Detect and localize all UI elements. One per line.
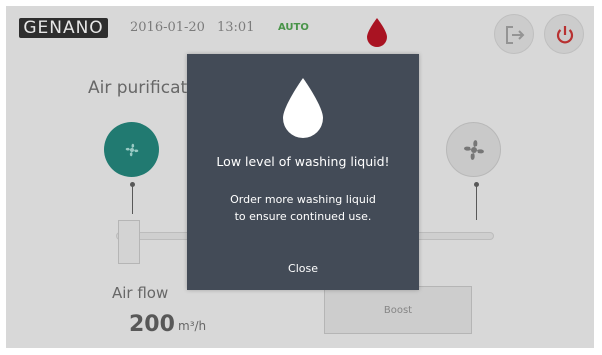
droplet-icon bbox=[283, 78, 323, 138]
dialog-message-line2: to ensure continued use. bbox=[234, 210, 372, 223]
dialog-title: Low level of washing liquid! bbox=[216, 154, 390, 169]
close-button[interactable]: Close bbox=[273, 260, 333, 278]
alert-dialog: Low level of washing liquid! Order more … bbox=[187, 54, 419, 290]
dialog-message-line1: Order more washing liquid bbox=[230, 193, 376, 206]
device-screen: GENANO 2016-01-20 13:01 AUTO Air purific… bbox=[6, 6, 594, 348]
